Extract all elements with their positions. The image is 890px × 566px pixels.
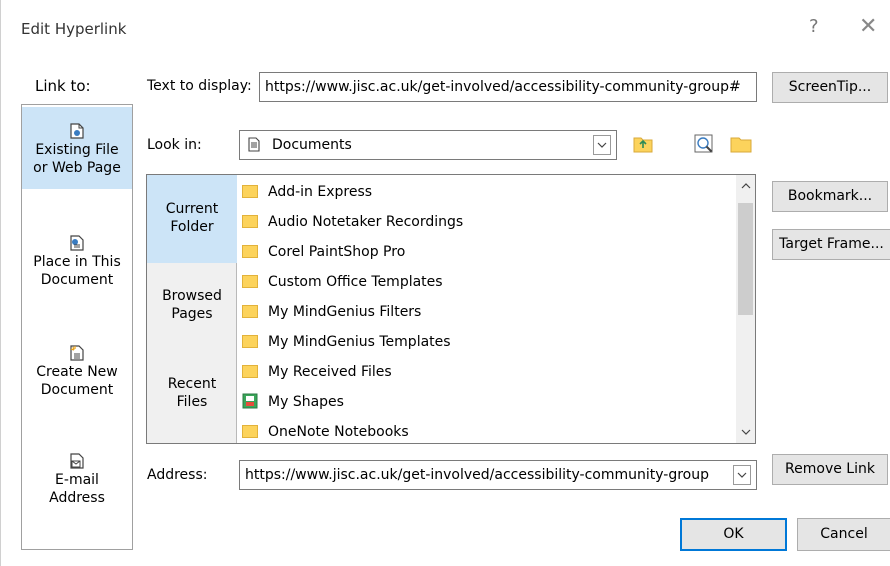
file-name: Add-in Express bbox=[268, 184, 373, 200]
chevron-down-icon bbox=[741, 429, 750, 435]
tab-label: Pages bbox=[171, 306, 213, 322]
edit-hyperlink-dialog: Edit Hyperlink ? ✕ Link to: Existing Fil… bbox=[0, 0, 890, 566]
documents-folder-icon bbox=[248, 136, 260, 152]
sidebar-item-label: Document bbox=[40, 382, 114, 398]
folder-icon bbox=[242, 214, 258, 228]
sidebar-item-place-in-document[interactable]: Place in This Document bbox=[22, 235, 132, 315]
look-in-label: Look in: bbox=[147, 137, 202, 153]
close-button[interactable]: ✕ bbox=[859, 14, 877, 39]
sidebar-item-label: Create New bbox=[36, 364, 118, 380]
file-list-scrollbar[interactable] bbox=[736, 175, 755, 443]
folder-icon bbox=[242, 334, 258, 348]
chevron-down-icon bbox=[737, 472, 747, 478]
screentip-button[interactable]: ScreenTip... bbox=[772, 72, 888, 103]
tab-label: Files bbox=[176, 394, 208, 410]
list-item[interactable]: OneNote Notebooks bbox=[242, 417, 409, 443]
sidebar-item-label: Existing File bbox=[35, 142, 119, 158]
existing-file-icon bbox=[70, 123, 84, 139]
file-name: Corel PaintShop Pro bbox=[268, 244, 406, 260]
folder-icon bbox=[242, 364, 258, 378]
browse-web-icon[interactable] bbox=[693, 132, 717, 156]
folder-icon bbox=[242, 184, 258, 198]
folder-icon bbox=[242, 424, 258, 438]
help-button[interactable]: ? bbox=[809, 16, 819, 37]
file-name: My Received Files bbox=[268, 364, 392, 380]
up-one-folder-icon[interactable] bbox=[631, 132, 655, 156]
place-in-document-icon bbox=[70, 235, 84, 251]
new-document-icon bbox=[70, 345, 84, 361]
list-item[interactable]: My MindGenius Templates bbox=[242, 327, 451, 357]
email-address-icon bbox=[70, 453, 84, 469]
bookmark-button[interactable]: Bookmark... bbox=[772, 181, 888, 212]
sidebar-item-label: E-mail bbox=[55, 472, 99, 488]
file-name: My MindGenius Templates bbox=[268, 334, 451, 350]
look-in-value: Documents bbox=[272, 137, 352, 153]
link-to-label: Link to: bbox=[35, 77, 91, 95]
address-dropdown-arrow[interactable] bbox=[733, 465, 751, 485]
sidebar-item-label: Document bbox=[40, 272, 114, 288]
file-name: Custom Office Templates bbox=[268, 274, 443, 290]
text-to-display-label: Text to display: bbox=[147, 78, 252, 94]
remove-link-button[interactable]: Remove Link bbox=[772, 454, 888, 485]
folder-icon bbox=[242, 304, 258, 318]
tab-browsed-pages[interactable]: Browsed Pages bbox=[147, 287, 237, 337]
list-item[interactable]: My MindGenius Filters bbox=[242, 297, 421, 327]
file-name: My Shapes bbox=[268, 394, 344, 410]
cancel-button[interactable]: Cancel bbox=[797, 518, 890, 551]
file-list: Add-in Express Audio Notetaker Recording… bbox=[238, 175, 736, 443]
chevron-up-icon bbox=[741, 183, 750, 189]
folder-icon bbox=[242, 244, 258, 258]
tab-recent-files[interactable]: Recent Files bbox=[147, 375, 237, 425]
sidebar-item-email-address[interactable]: E-mail Address bbox=[22, 453, 132, 533]
sidebar-item-label: or Web Page bbox=[33, 160, 121, 176]
chevron-down-icon bbox=[597, 142, 607, 148]
folder-icon bbox=[242, 274, 258, 288]
address-label: Address: bbox=[147, 467, 208, 483]
look-in-dropdown[interactable]: Documents bbox=[239, 130, 617, 160]
browse-file-icon[interactable] bbox=[729, 132, 753, 156]
tab-label: Current bbox=[165, 201, 219, 217]
sidebar-item-label: Address bbox=[49, 490, 105, 506]
list-item[interactable]: My Shapes bbox=[242, 387, 344, 417]
tab-label: Folder bbox=[170, 219, 214, 235]
list-item[interactable]: Corel PaintShop Pro bbox=[242, 237, 405, 267]
target-frame-button[interactable]: Target Frame... bbox=[772, 229, 890, 260]
file-name: Audio Notetaker Recordings bbox=[268, 214, 464, 230]
sidebar-item-label: Place in This bbox=[33, 254, 121, 270]
tab-label: Recent bbox=[167, 376, 217, 392]
shapes-icon bbox=[242, 393, 258, 409]
browse-mode-tabs: Current Folder Browsed Pages Recent File… bbox=[147, 175, 237, 443]
sidebar-item-existing-file[interactable]: Existing File or Web Page bbox=[22, 107, 132, 189]
scroll-up-arrow[interactable] bbox=[736, 181, 755, 192]
dialog-title: Edit Hyperlink bbox=[21, 20, 127, 38]
link-type-sidebar: Existing File or Web Page Place in This … bbox=[21, 104, 133, 550]
list-item[interactable]: Add-in Express bbox=[242, 177, 372, 207]
ok-button[interactable]: OK bbox=[680, 518, 787, 551]
list-item[interactable]: Custom Office Templates bbox=[242, 267, 443, 297]
scroll-thumb[interactable] bbox=[738, 203, 753, 315]
tab-label: Browsed bbox=[162, 288, 222, 304]
file-name: My MindGenius Filters bbox=[268, 304, 422, 320]
text-to-display-input[interactable]: https://www.jisc.ac.uk/get-involved/acce… bbox=[259, 72, 757, 102]
tab-current-folder[interactable]: Current Folder bbox=[147, 175, 237, 263]
file-name: OneNote Notebooks bbox=[268, 424, 409, 440]
address-value: https://www.jisc.ac.uk/get-involved/acce… bbox=[245, 467, 710, 483]
file-browser-panel: Current Folder Browsed Pages Recent File… bbox=[146, 174, 756, 444]
list-item[interactable]: My Received Files bbox=[242, 357, 392, 387]
sidebar-item-create-new-document[interactable]: Create New Document bbox=[22, 345, 132, 425]
look-in-dropdown-arrow[interactable] bbox=[593, 135, 611, 155]
address-input[interactable]: https://www.jisc.ac.uk/get-involved/acce… bbox=[239, 460, 757, 490]
scroll-down-arrow[interactable] bbox=[736, 427, 755, 438]
list-item[interactable]: Audio Notetaker Recordings bbox=[242, 207, 463, 237]
